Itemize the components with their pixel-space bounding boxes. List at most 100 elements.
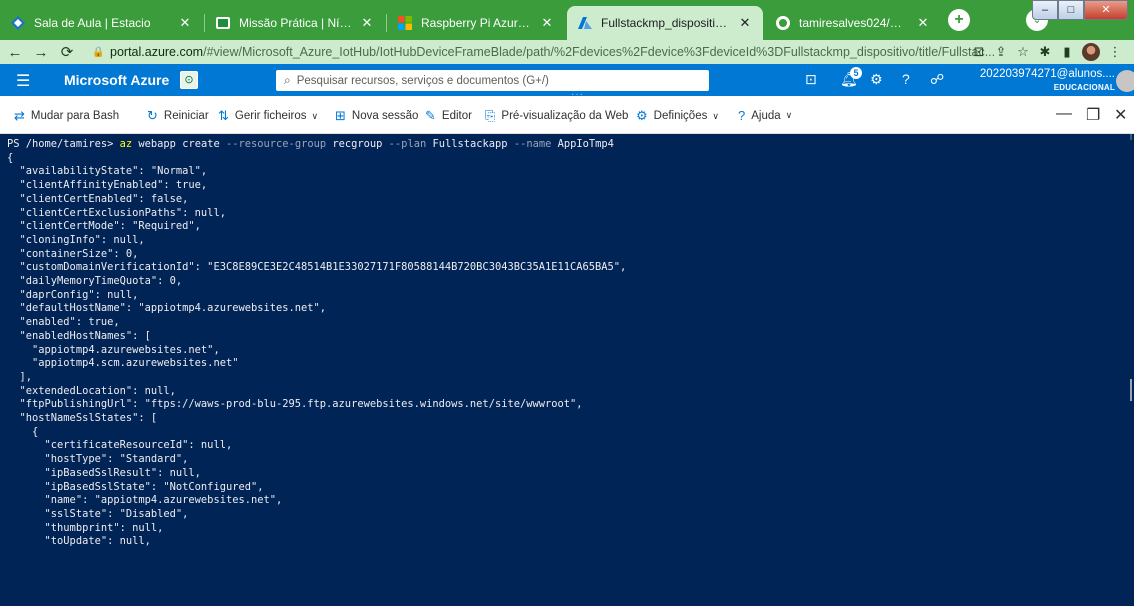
close-tab-icon[interactable]: ✕ [915,15,931,31]
close-tab-icon[interactable]: ✕ [177,15,193,31]
command-value: recgroup [332,138,383,150]
terminal-output-line: "clientCertMode": "Required", [19,220,201,233]
cloud-shell-icon[interactable]: ⊡ [805,71,817,88]
new-session-button[interactable]: ⊞ Nova sessão [335,108,418,124]
command-output: { "availabilityState": "Normal", "client… [7,152,626,548]
terminal-text: PS /home/tamires> az webapp create --res… [7,138,626,549]
switch-arrows-icon: ⇄ [14,108,25,123]
command-value: Fullstackapp [432,138,508,150]
account-name: 202203974271@alunos.... [979,68,1115,80]
terminal-prompt: PS /home/tamires> [7,138,114,150]
terminal-output-line: "ipBasedSslResult": null, [44,466,201,479]
terminal-output-line: "certificateResourceId": null, [44,439,233,452]
terminal-output-line: "clientAffinityEnabled": true, [19,179,208,192]
web-preview-label: Pré-visualização da Web [501,110,629,122]
portal-title[interactable]: Microsoft Azure [64,72,169,88]
terminal-output-line: "availabilityState": "Normal", [19,165,208,178]
powershell-terminal[interactable]: PS /home/tamires> az webapp create --res… [0,134,1134,606]
help-question-icon[interactable]: ? [902,71,910,87]
settings-button[interactable]: ⚙ Definições ∨ [636,108,719,124]
switch-to-bash-label: Mudar para Bash [30,110,120,122]
account-info[interactable]: 202203974271@alunos.... EDUCACIONAL [975,67,1115,95]
azure-favicon-icon [577,15,593,31]
close-tab-icon[interactable]: ✕ [737,15,753,31]
terminal-output-line: "daprConfig": null, [19,288,139,301]
browser-tab-estacio[interactable]: Sala de Aula | Estacio ✕ [0,6,203,40]
browser-action-icons: ⊡ ⇪ ☆ ✱ ▮ ⋮ [968,42,1126,62]
browser-tab-strip: Sala de Aula | Estacio ✕ Missão Prática … [0,0,1134,40]
browser-tab-raspberry[interactable]: Raspberry Pi Azure IoT Web Simulator ✕ [387,6,565,40]
restart-button[interactable]: ↻ Reiniciar [147,108,209,124]
minimize-shell-icon[interactable]: — [1056,105,1072,123]
reload-icon[interactable]: ⟳ [56,43,78,61]
browser-profile-avatar[interactable] [1082,43,1100,61]
command-line: PS /home/tamires> az webapp create --res… [7,138,614,150]
editor-button[interactable]: ✎ Editor [425,108,472,124]
help-label: Ajuda [751,109,781,122]
terminal-output-line: "thumbprint": null, [44,521,164,534]
command-param: --plan [388,138,427,150]
settings-label: Definições [653,110,708,122]
extensions-puzzle-icon[interactable]: ✱ [1034,44,1056,60]
url-field[interactable]: 🔒 portal.azure.com/#view/Microsoft_Azure… [92,42,1010,62]
terminal-output-line: { [32,425,39,438]
settings-gear-icon: ⚙ [636,108,648,123]
classroom-favicon-icon [215,15,231,31]
terminal-output-line: "name": "appiotmp4.azurewebsites.net", [44,494,283,507]
install-app-icon[interactable]: ⊡ [968,44,990,60]
share-icon[interactable]: ⇪ [990,44,1012,60]
switch-to-bash-button[interactable]: ⇄ Mudar para Bash [14,108,119,124]
bookmark-star-icon[interactable]: ☆ [1012,44,1034,60]
terminal-output-line: "containerSize": 0, [19,247,139,260]
browser-tab-github[interactable]: tamiresalves024/MP_M4_N5 ✕ [765,6,941,40]
url-path: /#view/Microsoft_Azure_IotHub/IotHubDevi… [203,45,996,59]
side-panel-icon[interactable]: ▮ [1056,44,1078,60]
terminal-scrollbar-thumb[interactable] [1130,379,1132,401]
command-value: AppIoTmp4 [557,138,614,150]
portal-menu-hamburger-icon[interactable]: ☰ [16,71,30,91]
estacio-favicon-icon [10,15,26,31]
terminal-output-line: "ftpPublishingUrl": "ftps://waws-prod-bl… [19,398,583,411]
maximize-shell-icon[interactable]: ❐ [1086,105,1100,125]
help-circle-icon: ? [738,108,746,123]
close-window-button[interactable]: ✕ [1084,0,1128,20]
manage-files-label: Gerir ficheiros [234,110,307,122]
back-arrow-icon[interactable]: ← [4,44,26,61]
forward-arrow-icon[interactable]: → [30,44,52,61]
account-tenant: EDUCACIONAL [1053,83,1115,92]
close-tab-icon[interactable]: ✕ [539,15,555,31]
terminal-output-line: "enabledHostNames": [ [19,329,151,342]
terminal-output-line: ], [19,370,33,383]
close-shell-icon[interactable]: ✕ [1114,105,1127,125]
chevron-down-icon: ∨ [785,110,793,120]
new-tab-plus-icon[interactable]: + [948,9,970,31]
web-preview-button[interactable]: ⎘ Pré-visualização da Web [485,108,628,124]
azure-portal-header: ☰ Microsoft Azure ⊙ ⌕ ··· ⊡ 🔔︎ 5 ⚙ ? ☍ 2… [0,64,1134,100]
close-tab-icon[interactable]: ✕ [359,15,375,31]
maximize-window-button[interactable]: □ [1058,0,1084,20]
portal-search-input[interactable] [296,74,697,87]
terminal-output-line: "ipBasedSslState": "NotConfigured", [44,480,264,493]
browser-menu-icon[interactable]: ⋮ [1104,44,1126,60]
help-button[interactable]: ? Ajuda ∨ [738,108,792,123]
github-favicon-icon [775,15,791,31]
restart-label: Reiniciar [163,110,209,122]
portal-search-box[interactable]: ⌕ [276,70,709,91]
terminal-output-line: { [7,151,14,164]
terminal-output-line: "defaultHostName": "appiotmp4.azurewebsi… [19,302,327,315]
preview-badge-icon[interactable]: ⊙ [180,71,198,89]
browser-tab-azure-active[interactable]: Fullstackmp_dispositivo - Microsoft Azur… [567,6,763,40]
minimize-window-button[interactable]: – [1032,0,1058,20]
browser-tab-missao[interactable]: Missão Prática | Nível 5 | Mundo 4 ✕ [205,6,385,40]
browser-address-bar: ← → ⟳ 🔒 portal.azure.com/#view/Microsoft… [0,40,1134,64]
terminal-output-line: "enabled": true, [19,316,120,329]
pencil-icon: ✎ [425,108,436,123]
terminal-output-line: "cloningInfo": null, [19,233,145,246]
terminal-output-line: "hostNameSslStates": [ [19,412,158,425]
feedback-icon[interactable]: ☍ [930,71,944,88]
editor-label: Editor [441,110,472,122]
settings-gear-icon[interactable]: ⚙ [870,71,883,88]
terminal-output-line: "hostType": "Standard", [44,453,189,466]
account-avatar[interactable] [1116,70,1134,92]
manage-files-button[interactable]: ⇅ Gerir ficheiros ∨ [218,108,318,124]
